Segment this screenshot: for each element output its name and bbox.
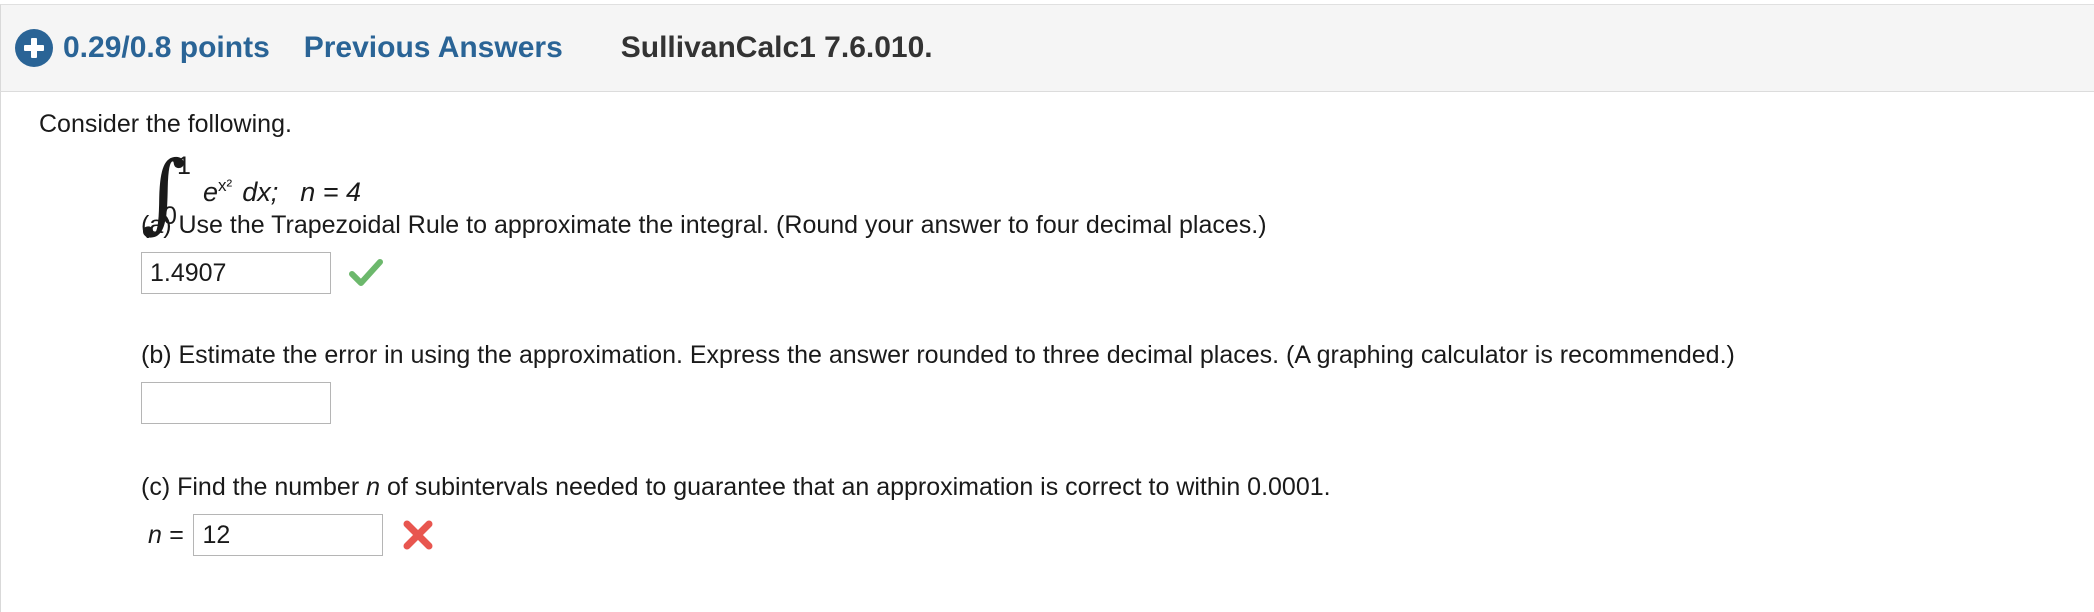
question-body: Consider the following. ∫ 1 0 ex² dx; n = … [0,92,2094,612]
previous-answers-link[interactable]: Previous Answers [304,31,563,65]
question-header: 0.29/0.8 points Previous Answers Sulliva… [0,4,2094,92]
question-part-a: (a) Use the Trapezoidal Rule to approxim… [141,210,1267,294]
question-part-c: (c) Find the number n of subintervals ne… [141,472,1331,556]
part-c-variable: n [366,473,380,501]
intro-text: Consider the following. [39,110,292,138]
part-a-answer-input[interactable] [141,252,331,294]
part-b-text: (b) Estimate the error in using the appr… [141,341,1735,369]
part-a-text: (a) Use the Trapezoidal Rule to approxim… [141,211,1267,239]
integrand-base: e [203,177,219,207]
part-c-text-before: (c) Find the number [141,473,367,501]
part-c-text-after: of subintervals needed to guarantee that… [380,473,1331,501]
part-c-answer-input[interactable] [193,514,384,556]
red-x-icon [401,518,435,552]
integrand-exponent: x² [218,176,233,195]
part-b-answer-row [141,382,1735,424]
question-title: SullivanCalc1 7.6.010. [620,31,933,64]
question-part-b: (b) Estimate the error in using the appr… [141,340,1735,424]
plus-circle-icon[interactable] [15,29,53,67]
part-a-answer-row [141,252,1267,294]
part-c-text: (c) Find the number n of subintervals ne… [141,472,1331,502]
part-c-answer-label: n = [148,520,184,549]
part-b-answer-input[interactable] [141,382,331,424]
integral-differential: dx; [242,177,279,207]
part-c-answer-row: n = [141,514,1331,556]
green-check-icon [349,256,383,290]
points-label: 0.29/0.8 points [63,31,270,64]
integral-integrand: ex² dx; n = 4 [203,176,361,208]
integral-upper-limit: 1 [177,152,191,180]
integral-condition: n = 4 [300,177,362,207]
